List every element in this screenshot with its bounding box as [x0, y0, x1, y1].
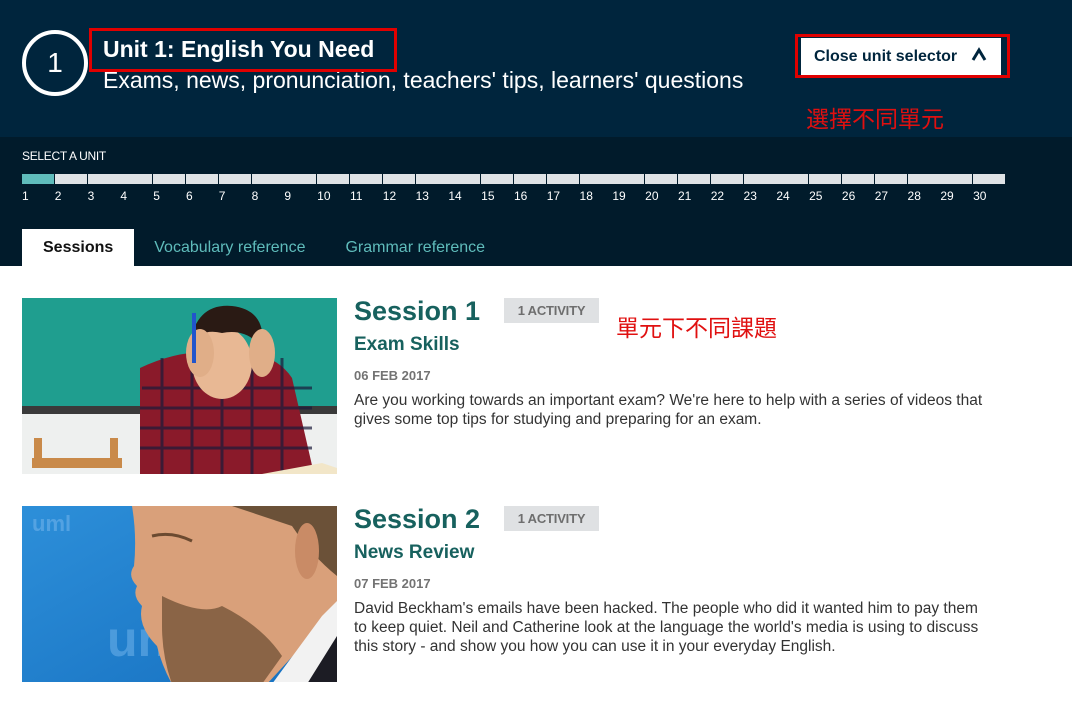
unit-selector-item-19[interactable]: 19 — [612, 174, 645, 203]
unit-selector-item-12[interactable]: 12 — [382, 174, 415, 203]
unit-selector-item-16[interactable]: 16 — [513, 174, 546, 203]
unit-number-label: 17 — [546, 189, 561, 203]
unit-number-label: 4 — [120, 189, 128, 203]
unit-selector-item-26[interactable]: 26 — [841, 174, 874, 203]
unit-number-label: 22 — [710, 189, 725, 203]
unit-number-circle: 1 — [22, 30, 88, 96]
unit-bar: 1 2 3 4 5 6 7 8 9 10 11 12 13 14 15 16 17 18 19 20 21 22 23 24 2… — [22, 174, 1006, 203]
annotation-highlight-close-button — [795, 34, 1010, 78]
unit-number-label: 8 — [251, 189, 259, 203]
unit-number-label: 5 — [153, 189, 160, 203]
unit-number-label: 11 — [349, 189, 363, 203]
unit-selector-item-5[interactable]: 5 — [153, 174, 186, 203]
unit-selector-item-14[interactable]: 14 — [448, 174, 481, 203]
unit-number-label: 21 — [677, 189, 692, 203]
unit-selector-item-6[interactable]: 6 — [185, 174, 218, 203]
tab-sessions[interactable]: Sessions — [22, 229, 135, 266]
session-thumbnail-exam-skills[interactable] — [22, 298, 337, 474]
unit-number-label: 9 — [284, 189, 292, 203]
session-title[interactable]: Session 1 — [354, 296, 480, 327]
unit-number-label: 7 — [218, 189, 226, 203]
unit-number-label: 27 — [874, 189, 889, 203]
unit-selector-item-30[interactable]: 30 — [973, 174, 1006, 203]
unit-selector-item-17[interactable]: 17 — [546, 174, 579, 203]
unit-number-label: 28 — [907, 189, 921, 203]
unit-selector-item-23[interactable]: 23 — [743, 174, 776, 203]
unit-selector-item-18[interactable]: 18 — [579, 174, 612, 203]
unit-selector-item-13[interactable]: 13 — [415, 174, 448, 203]
session-thumbnail-news-review[interactable]: uml un — [22, 506, 337, 682]
tab-bar: Sessions Vocabulary reference Grammar re… — [22, 229, 505, 266]
unit-number-label: 14 — [448, 189, 462, 203]
unit-number-label: 10 — [317, 189, 331, 203]
unit-selector-item-9[interactable]: 9 — [284, 174, 317, 203]
annotation-session-note: 單元下不同課題 — [616, 316, 777, 342]
session-description: David Beckham's emails have been hacked.… — [354, 600, 979, 655]
unit-selector-item-22[interactable]: 22 — [710, 174, 743, 203]
unit-number-label: 30 — [973, 189, 987, 203]
session-date: 07 FEB 2017 — [354, 576, 431, 591]
unit-selector-item-20[interactable]: 20 — [645, 174, 678, 203]
session-card: Session 1 1 ACTIVITY Exam Skills 06 FEB … — [22, 296, 1022, 478]
unit-number-label: 23 — [743, 189, 757, 203]
unit-number-label: 16 — [513, 189, 528, 203]
unit-selector-item-25[interactable]: 25 — [809, 174, 842, 203]
unit-number-label: 25 — [809, 189, 823, 203]
unit-number-label: 6 — [185, 189, 193, 203]
unit-number-label: 19 — [612, 189, 626, 203]
session-subtitle[interactable]: Exam Skills — [354, 334, 460, 356]
unit-number-label: 18 — [579, 189, 593, 203]
unit-selector-item-8[interactable]: 8 — [251, 174, 284, 203]
unit-header: 1 Unit 1: English You Need Exams, news, … — [0, 0, 1072, 137]
annotation-highlight-title — [89, 28, 397, 72]
unit-selector-item-27[interactable]: 27 — [874, 174, 907, 203]
unit-selector-item-7[interactable]: 7 — [218, 174, 251, 203]
unit-number-label: 12 — [382, 189, 397, 203]
unit-selector-item-10[interactable]: 10 — [317, 174, 350, 203]
unit-selector-item-1[interactable]: 1 — [22, 174, 54, 203]
unit-selector-item-15[interactable]: 15 — [481, 174, 514, 203]
tab-vocabulary-reference[interactable]: Vocabulary reference — [134, 229, 325, 266]
session-subtitle[interactable]: News Review — [354, 542, 474, 564]
unit-number-label: 29 — [940, 189, 954, 203]
unit-selector-item-21[interactable]: 21 — [677, 174, 710, 203]
activity-count-badge: 1 ACTIVITY — [504, 506, 599, 531]
svg-text:uml: uml — [32, 511, 71, 536]
session-description: Are you working towards an important exa… — [354, 392, 983, 428]
select-unit-label: SELECT A UNIT — [22, 149, 106, 163]
unit-selector-item-2[interactable]: 2 — [54, 174, 87, 203]
beckham-profile-image: uml un — [22, 506, 337, 682]
session-card: uml un Session 2 1 ACTIVITY News Review … — [22, 504, 1022, 686]
unit-selector-item-28[interactable]: 28 — [907, 174, 940, 203]
unit-number-label: 2 — [54, 189, 62, 203]
unit-number-label: 26 — [841, 189, 856, 203]
unit-number-label: 24 — [776, 189, 790, 203]
unit-number-label: 15 — [481, 189, 495, 203]
unit-selector-item-29[interactable]: 29 — [940, 174, 973, 203]
unit-selector: SELECT A UNIT 1 2 3 4 5 6 7 8 9 10 11 12 13 14 15 16 17 1… — [0, 137, 1072, 266]
unit-number-label: 3 — [87, 189, 95, 203]
tab-grammar-reference[interactable]: Grammar reference — [325, 229, 505, 266]
unit-selector-item-4[interactable]: 4 — [120, 174, 153, 203]
activity-count-badge: 1 ACTIVITY — [504, 298, 599, 323]
unit-selector-item-24[interactable]: 24 — [776, 174, 809, 203]
session-title[interactable]: Session 2 — [354, 504, 480, 535]
unit-number-label: 20 — [645, 189, 659, 203]
unit-number-label: 1 — [22, 189, 29, 203]
unit-number-label: 13 — [415, 189, 429, 203]
annotation-select-unit-note: 選擇不同單元 — [806, 107, 944, 133]
unit-selector-item-3[interactable]: 3 — [87, 174, 120, 203]
stressed-student-image — [22, 298, 337, 474]
unit-selector-item-11[interactable]: 11 — [349, 174, 382, 203]
session-date: 06 FEB 2017 — [354, 368, 431, 383]
